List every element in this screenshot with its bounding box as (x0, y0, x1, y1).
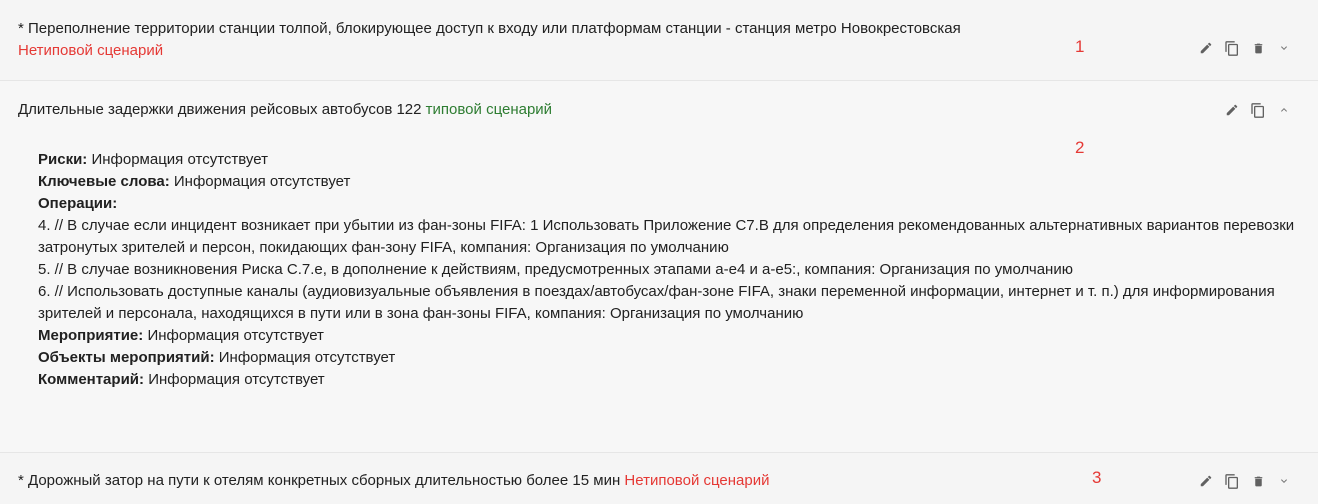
scenario-title: * Дорожный затор на пути к отелям конкре… (18, 470, 769, 492)
annotation-marker-1: 1 (1075, 37, 1085, 56)
risks-row: Риски: Информация отсутствует (38, 149, 1308, 171)
scenario-title: Длительные задержки движения рейсовых ав… (18, 99, 552, 121)
comment-value: Информация отсутствует (148, 371, 325, 388)
chevron-down-icon[interactable] (1276, 472, 1292, 490)
pencil-icon[interactable] (1224, 101, 1240, 119)
scenario-item-2[interactable]: Длительные задержки движения рейсовых ав… (0, 81, 1318, 453)
operation-item: 6. // Использовать доступные каналы (ауд… (38, 283, 1275, 322)
scenario-actions (1198, 470, 1292, 492)
pencil-icon[interactable] (1198, 39, 1214, 57)
comment-label: Комментарий: (38, 371, 145, 388)
operation-item: 4. // В случае если инцидент возникает п… (38, 217, 1295, 256)
keywords-value: Информация отсутствует (173, 173, 351, 190)
chevron-up-icon[interactable] (1276, 101, 1292, 119)
risks-label: Риски: (38, 151, 88, 168)
operation-item: 5. // В случае возникновения Риска С.7.е… (38, 261, 1073, 278)
trash-icon[interactable] (1250, 472, 1266, 490)
scenario-type-badge: Нетиповой сценарий (624, 472, 770, 489)
scenario-type-badge: Нетиповой сценарий (18, 42, 164, 59)
event-objects-row: Объекты мероприятий: Информация отсутств… (38, 347, 1308, 369)
keywords-row: Ключевые слова: Информация отсутствует (38, 171, 1308, 193)
scenario-actions (1198, 37, 1292, 59)
scenario-type-badge: типовой сценарий (425, 101, 553, 118)
copy-icon[interactable] (1224, 39, 1240, 57)
copy-icon[interactable] (1224, 472, 1240, 490)
scenario-title-text: * Переполнение территории станции толпой… (18, 20, 961, 37)
event-label: Мероприятие: (38, 327, 144, 344)
event-objects-value: Информация отсутствует (218, 349, 396, 366)
scenario-item-1[interactable]: * Переполнение территории станции толпой… (0, 0, 1318, 81)
comment-row: Комментарий: Информация отсутствует (38, 369, 1308, 391)
annotation-marker-3: 3 (1092, 468, 1102, 487)
scenario-details: Риски: Информация отсутствует Ключевые с… (38, 149, 1308, 391)
operations-row: Операции: (38, 193, 1308, 215)
keywords-label: Ключевые слова: (38, 173, 170, 190)
pencil-icon[interactable] (1198, 472, 1214, 490)
copy-icon[interactable] (1250, 101, 1266, 119)
chevron-down-icon[interactable] (1276, 39, 1292, 57)
risks-value: Информация отсутствует (91, 151, 268, 168)
scenario-item-3[interactable]: * Дорожный затор на пути к отелям конкре… (0, 453, 1318, 504)
scenario-actions (1224, 99, 1292, 121)
scenario-title-text: * Дорожный затор на пути к отелям конкре… (18, 472, 621, 489)
event-row: Мероприятие: Информация отсутствует (38, 325, 1308, 347)
trash-icon[interactable] (1250, 39, 1266, 57)
scenario-title: * Переполнение территории станции толпой… (18, 18, 1018, 62)
operations-label: Операции: (38, 195, 118, 212)
event-value: Информация отсутствует (147, 327, 324, 344)
scenario-title-text: Длительные задержки движения рейсовых ав… (18, 101, 422, 118)
event-objects-label: Объекты мероприятий: (38, 349, 215, 366)
